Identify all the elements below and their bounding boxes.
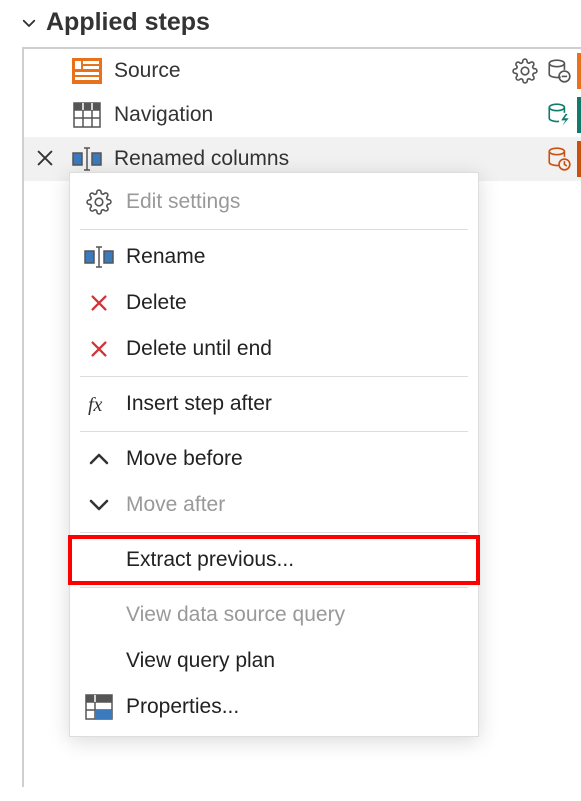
- step-row-navigation[interactable]: Navigation: [24, 93, 581, 137]
- menu-label: Delete: [126, 291, 187, 315]
- step-label: Navigation: [114, 103, 545, 127]
- menu-separator: [80, 376, 468, 377]
- properties-icon: [80, 692, 118, 722]
- menu-edit-settings: Edit settings: [70, 179, 478, 225]
- menu-label: Insert step after: [126, 392, 272, 416]
- step-row-source[interactable]: Source: [24, 49, 581, 93]
- status-indicator: [577, 53, 581, 89]
- delete-step-icon[interactable]: [34, 147, 58, 171]
- menu-label: Edit settings: [126, 190, 240, 214]
- rename-columns-icon: [72, 144, 102, 174]
- menu-label: Rename: [126, 245, 205, 269]
- delete-icon: [80, 334, 118, 364]
- menu-delete[interactable]: Delete: [70, 280, 478, 326]
- source-icon: [72, 56, 102, 86]
- delete-icon: [80, 288, 118, 318]
- menu-delete-until-end[interactable]: Delete until end: [70, 326, 478, 372]
- menu-separator: [80, 229, 468, 230]
- menu-move-before[interactable]: Move before: [70, 436, 478, 482]
- rename-icon: [80, 242, 118, 272]
- blank-icon: [80, 545, 118, 575]
- menu-label: Delete until end: [126, 337, 272, 361]
- step-actions: [545, 101, 581, 129]
- blank-icon: [80, 600, 118, 630]
- table-icon: [72, 100, 102, 130]
- gear-icon[interactable]: [511, 57, 539, 85]
- menu-insert-step-after[interactable]: fx Insert step after: [70, 381, 478, 427]
- menu-move-after: Move after: [70, 482, 478, 528]
- step-label: Renamed columns: [114, 147, 545, 171]
- chevron-down-icon: [20, 14, 38, 32]
- panel-title: Applied steps: [46, 8, 210, 37]
- svg-text:fx: fx: [88, 394, 103, 415]
- step-actions: [511, 57, 581, 85]
- menu-view-data-source-query: View data source query: [70, 592, 478, 638]
- fx-icon: fx: [80, 389, 118, 419]
- menu-label: View data source query: [126, 603, 345, 627]
- db-minus-icon[interactable]: [545, 57, 573, 85]
- menu-properties[interactable]: Properties...: [70, 684, 478, 730]
- chevron-down-icon: [80, 490, 118, 520]
- menu-extract-previous[interactable]: Extract previous...: [70, 537, 478, 583]
- context-menu: Edit settings Rename Delete Delete until…: [69, 172, 479, 737]
- menu-label: Extract previous...: [126, 548, 294, 572]
- menu-label: Move after: [126, 493, 225, 517]
- menu-rename[interactable]: Rename: [70, 234, 478, 280]
- menu-separator: [80, 431, 468, 432]
- menu-label: Properties...: [126, 695, 239, 719]
- menu-label: View query plan: [126, 649, 275, 673]
- blank-icon: [80, 646, 118, 676]
- gear-icon: [80, 187, 118, 217]
- menu-separator: [80, 532, 468, 533]
- menu-label: Move before: [126, 447, 243, 471]
- db-lightning-icon[interactable]: [545, 101, 573, 129]
- status-indicator: [577, 97, 581, 133]
- applied-steps-header[interactable]: Applied steps: [0, 0, 581, 47]
- chevron-up-icon: [80, 444, 118, 474]
- status-indicator: [577, 141, 581, 177]
- menu-separator: [80, 587, 468, 588]
- step-label: Source: [114, 59, 511, 83]
- step-actions: [545, 145, 581, 173]
- menu-view-query-plan[interactable]: View query plan: [70, 638, 478, 684]
- db-clock-icon[interactable]: [545, 145, 573, 173]
